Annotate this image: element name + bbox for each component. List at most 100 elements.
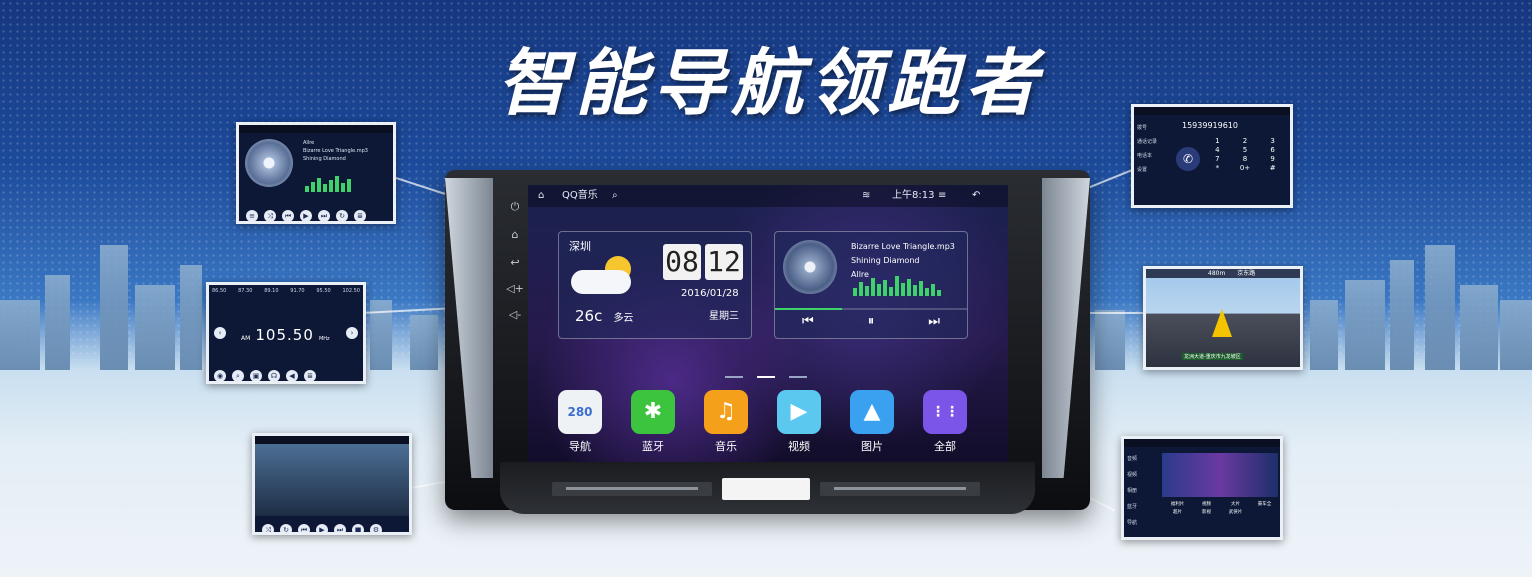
preset[interactable]: 86.50 [212,288,226,294]
media-tag[interactable]: 大片 [1222,501,1249,507]
prev-icon[interactable]: ⏮ [282,210,294,221]
nav-road: 京东路 [1237,270,1256,277]
bluetooth-icon: ✱ [631,390,675,434]
nav-location: 龙洲大道-重庆市九龙坡区 [1182,353,1243,360]
key[interactable]: 7 [1204,155,1231,163]
key[interactable]: 0+ [1232,164,1259,172]
media-menu-item[interactable]: 导航 [1127,515,1137,531]
menu-icon[interactable]: ≡ [938,185,946,207]
repeat-icon[interactable]: ↻ [280,524,292,532]
app-all[interactable]: ⋮⋮ 全部 [916,390,974,454]
phone-menu-item[interactable]: 通话记录 [1137,135,1173,149]
media-tag[interactable]: 影视 [1193,509,1220,515]
cloud-sun-icon [571,256,635,296]
page-indicator [718,363,814,382]
mini-radio-screen: 86.50 87.30 89.10 91.70 95.50 102.50 ‹ › AM 1… [206,282,366,384]
music-equalizer [853,276,943,298]
radio-icon[interactable]: ◉ [214,370,226,381]
media-menu-item[interactable]: 音频 [1127,451,1137,467]
pause-icon[interactable]: ⏸ [868,314,875,329]
clapper-icon: ▶ [777,390,821,434]
save-icon[interactable]: ▣ [250,370,262,381]
repeat-icon[interactable]: ↻ [336,210,348,221]
next-icon[interactable]: ⏭ [928,314,940,329]
dial-keypad: 123 456 789 * 0+ # [1204,137,1286,172]
media-tag[interactable]: 视频 [1193,501,1220,507]
preset[interactable]: 87.30 [238,288,252,294]
media-tag[interactable]: 武侠片 [1222,509,1249,515]
app-navigation[interactable]: 280 导航 [551,390,609,454]
prev-icon[interactable]: ⏮ [298,524,310,532]
seek-back-icon[interactable]: ‹ [214,327,226,339]
shuffle-icon[interactable]: ⤨ [264,210,276,221]
gallery-icon: ▲ [850,390,894,434]
key[interactable]: 1 [1204,137,1231,145]
radio-band: AM [241,335,251,342]
clock-minute: 12 [705,244,743,280]
seek-forward-icon[interactable]: › [346,327,358,339]
media-tag[interactable]: 超片 [1164,509,1191,515]
key[interactable]: # [1259,164,1286,172]
next-icon[interactable]: ⏭ [318,210,330,221]
eq-icon[interactable]: ≣ [304,370,316,381]
phone-menu-item[interactable]: 电话本 [1137,149,1173,163]
weather-temp: 26c [575,307,603,325]
mini-media-screen: 音频 视频 相册 蓝牙 导航 福利片 视频 大片 豪车全 超片 影视 武侠片 [1121,436,1283,540]
volume-down-icon[interactable]: ◁- [506,306,524,324]
key[interactable]: 6 [1259,146,1286,154]
mini-status-bar [255,436,409,444]
media-menu-item[interactable]: 视频 [1127,467,1137,483]
next-icon[interactable]: ⏭ [334,524,346,532]
list-icon[interactable]: ≡ [246,210,258,221]
home-icon[interactable]: ⌂ [506,226,524,244]
media-tag[interactable]: 福利片 [1164,501,1191,507]
app-video[interactable]: ▶ 视频 [770,390,828,454]
key[interactable]: * [1204,164,1231,172]
speaker-icon[interactable]: ◀ [286,370,298,381]
prev-icon[interactable]: ⏮ [802,314,814,329]
key[interactable]: 8 [1232,155,1259,163]
app-bluetooth[interactable]: ✱ 蓝牙 [624,390,682,454]
mini-nav-screen: 480m 京东路 龙洲大道-重庆市九龙坡区 [1143,266,1303,370]
usb-slot [722,478,810,500]
search-icon[interactable]: ⌕ [612,185,618,207]
mini-eq [305,173,353,192]
cd-disc-icon [783,240,837,294]
key[interactable]: 9 [1259,155,1286,163]
back-arrow-icon[interactable]: ↶ [972,185,980,207]
shuffle-icon[interactable]: ⤨ [262,524,274,532]
key[interactable]: 5 [1232,146,1259,154]
phone-menu-item[interactable]: 拨号 [1137,121,1173,135]
media-menu-item[interactable]: 蓝牙 [1127,499,1137,515]
preset[interactable]: 102.50 [342,288,360,294]
phone-menu-item[interactable]: 设置 [1137,163,1173,177]
volume-up-icon[interactable]: ◁+ [506,280,524,298]
app-music[interactable]: ♫ 音乐 [697,390,755,454]
app-gallery[interactable]: ▲ 图片 [843,390,901,454]
back-icon[interactable]: ↩ [506,254,524,272]
settings-icon[interactable]: ⚙ [370,524,382,532]
play-icon[interactable]: ▶ [300,210,312,221]
key[interactable]: 2 [1232,137,1259,145]
phone-icon: ✆ [1176,147,1200,171]
power-icon[interactable]: ⏻ [506,198,524,216]
headphone-icon[interactable]: ☊ [268,370,280,381]
play-icon[interactable]: ▶ [316,524,328,532]
preset[interactable]: 91.70 [290,288,304,294]
preset[interactable]: 89.10 [264,288,278,294]
media-tag[interactable]: 豪车全 [1251,501,1278,507]
media-menu-item[interactable]: 相册 [1127,483,1137,499]
right-vent [820,482,980,496]
search-icon[interactable]: ⌕ [232,370,244,381]
key[interactable]: 4 [1204,146,1231,154]
weather-clock-widget[interactable]: 深圳 26c 多云 08 12 2016/01/28 星期三 [558,231,752,339]
cd-disc-icon [245,139,293,187]
eq-icon[interactable]: ≣ [354,210,366,221]
stop-icon[interactable]: ■ [352,524,364,532]
progress-bar[interactable] [775,308,967,310]
key[interactable]: 3 [1259,137,1286,145]
music-widget[interactable]: Bizarre Love Triangle.mp3 Shining Diamon… [774,231,968,339]
weather-city: 深圳 [569,240,591,253]
preset[interactable]: 95.50 [316,288,330,294]
home-shape-icon[interactable]: ⌂ [538,185,544,207]
